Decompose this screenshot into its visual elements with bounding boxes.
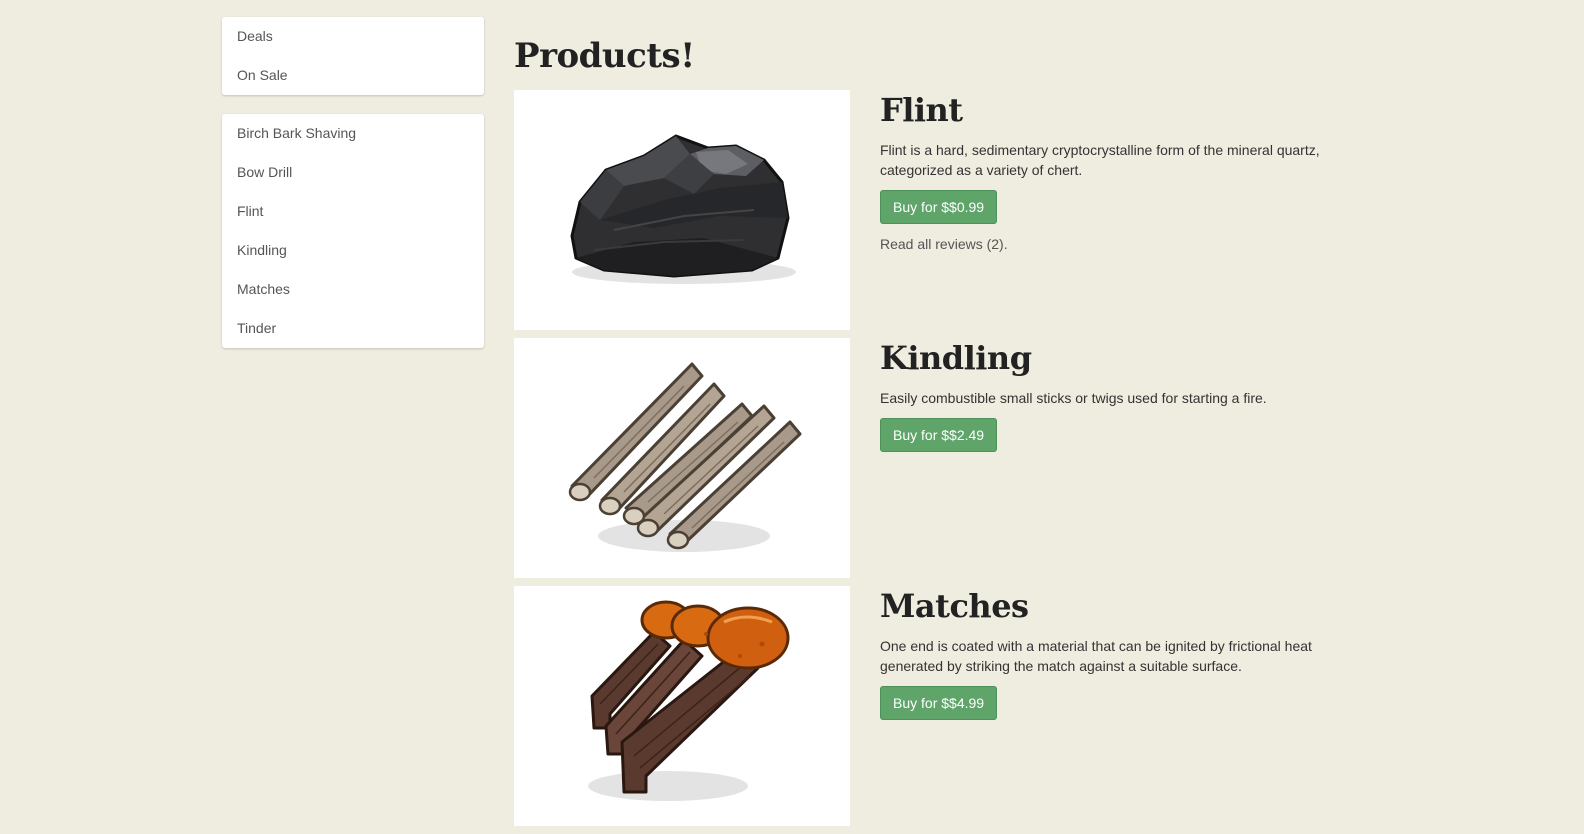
product-info-matches: Matches One end is coated with a materia…: [880, 586, 1350, 720]
nav-item-flint[interactable]: Flint: [222, 192, 484, 231]
product-name: Kindling: [880, 339, 1032, 377]
matches-icon: [588, 600, 790, 801]
deals-nav-panel: Deals On Sale: [222, 17, 484, 95]
product-image-flint[interactable]: [514, 90, 850, 330]
read-reviews-link[interactable]: Read all reviews (2).: [880, 236, 1350, 252]
nav-item-tinder[interactable]: Tinder: [222, 309, 484, 348]
product-card-matches: Matches One end is coated with a materia…: [514, 586, 1374, 834]
nav-item-deals[interactable]: Deals: [222, 17, 484, 56]
products-main: Products! Flint Flint is a hard, sedimen…: [514, 30, 1374, 834]
product-description: Easily combustible small sticks or twigs…: [880, 390, 1267, 406]
product-card-flint: Flint Flint is a hard, sedimentary crypt…: [514, 90, 1374, 338]
nav-item-on-sale[interactable]: On Sale: [222, 56, 484, 95]
buy-flint-button[interactable]: Buy for $$0.99: [880, 190, 998, 224]
category-nav-panel: Birch Bark Shaving Bow Drill Flint Kindl…: [222, 114, 484, 348]
buy-matches-button[interactable]: Buy for $$4.99: [880, 686, 998, 720]
kindling-sticks-icon: [568, 362, 802, 552]
product-description: One end is coated with a material that c…: [880, 638, 1312, 674]
buy-kindling-button[interactable]: Buy for $$2.49: [880, 418, 998, 452]
nav-item-kindling[interactable]: Kindling: [222, 231, 484, 270]
product-info-kindling: Kindling Easily combustible small sticks…: [880, 338, 1350, 452]
nav-item-birch-bark-shaving[interactable]: Birch Bark Shaving: [222, 114, 484, 153]
nav-item-bow-drill[interactable]: Bow Drill: [222, 153, 484, 192]
product-image-kindling[interactable]: [514, 338, 850, 578]
product-card-kindling: Kindling Easily combustible small sticks…: [514, 338, 1374, 586]
product-name: Flint: [880, 91, 963, 129]
product-description: Flint is a hard, sedimentary cryptocryst…: [880, 142, 1320, 178]
product-image-matches[interactable]: [514, 586, 850, 826]
nav-item-matches[interactable]: Matches: [222, 270, 484, 309]
flint-rock-icon: [570, 134, 796, 284]
page-title: Products!: [514, 36, 695, 76]
product-info-flint: Flint Flint is a hard, sedimentary crypt…: [880, 90, 1350, 252]
product-name: Matches: [880, 587, 1029, 625]
sidebar: Deals On Sale Birch Bark Shaving Bow Dri…: [222, 17, 484, 367]
